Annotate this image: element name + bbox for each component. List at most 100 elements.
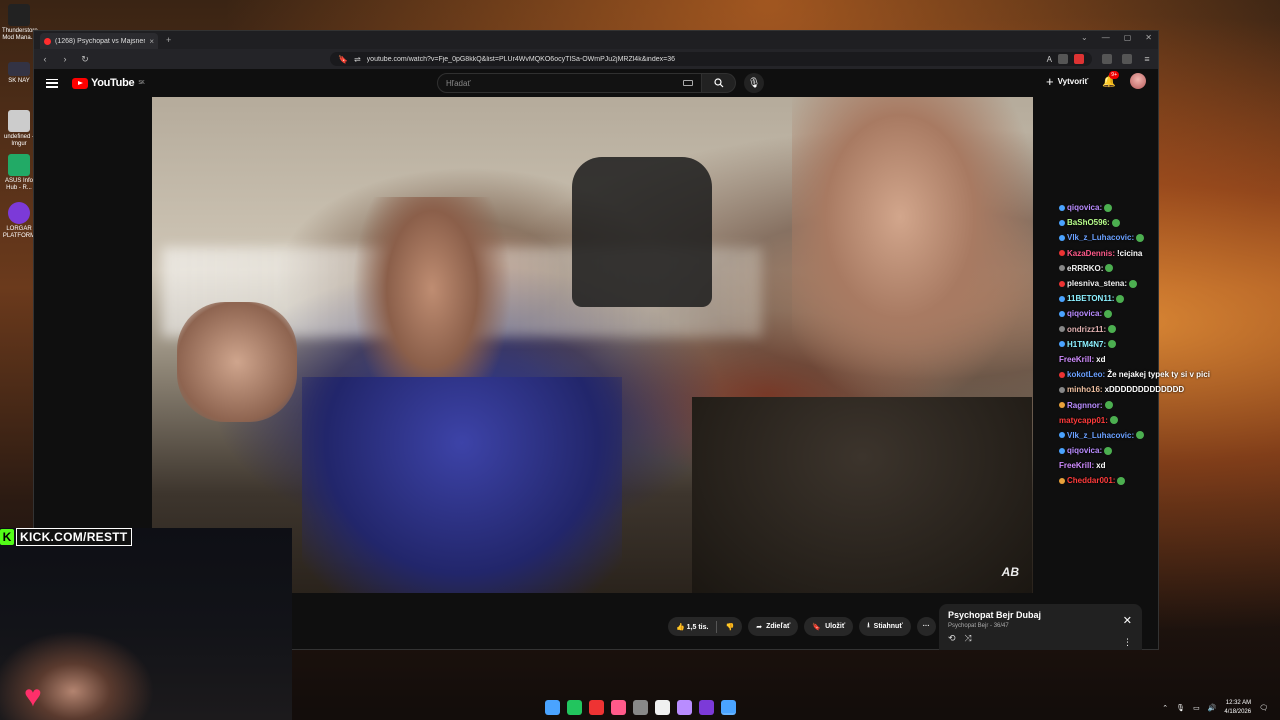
- chat-username: qiqovica:: [1067, 203, 1103, 213]
- chat-badge-icon: [1059, 234, 1065, 241]
- back-icon[interactable]: ‹: [40, 54, 50, 64]
- reload-icon[interactable]: ↻: [80, 54, 90, 65]
- chat-username: FreeKrill:: [1059, 461, 1095, 471]
- lorgar-icon: [8, 202, 30, 224]
- chat-username: Cheddar001:: [1067, 476, 1116, 486]
- loop-icon[interactable]: ⟲: [948, 633, 956, 644]
- extension-icon[interactable]: [1058, 54, 1068, 64]
- taskbar-app-icon[interactable]: [567, 700, 582, 715]
- driver-face: [792, 97, 1032, 397]
- driver-jacket: [692, 397, 1032, 593]
- chat-username: FreeKrill:: [1059, 354, 1095, 364]
- video-actions: 👍 1,5 tis. 👎 ➦ Zdieľať 🔖 Uložiť ⭳ Stiahn…: [668, 617, 936, 636]
- extensions-icon[interactable]: [1102, 54, 1112, 64]
- chat-username: Vlk_z_Luhacovic:: [1067, 430, 1135, 440]
- chat-message: 11BETON11:: [1059, 291, 1259, 306]
- forward-icon[interactable]: ›: [60, 54, 70, 64]
- clock[interactable]: 12:32 AM 4/18/2026: [1224, 699, 1251, 717]
- playlist-more-icon[interactable]: ⋮: [1123, 637, 1132, 648]
- shuffle-icon[interactable]: ⤨: [965, 633, 972, 644]
- taskbar-app-icon[interactable]: [699, 700, 714, 715]
- mic-tray-icon[interactable]: 🎙: [1176, 704, 1185, 712]
- playlist-panel[interactable]: Psychopat Bejr Dubaj Psychopat Bejr - 36…: [939, 604, 1142, 650]
- voice-search-button[interactable]: 🎙: [744, 73, 764, 93]
- taskbar-app-icon[interactable]: [721, 700, 736, 715]
- youtube-play-icon: [72, 77, 88, 89]
- media-icon[interactable]: [1122, 54, 1132, 64]
- translate-icon[interactable]: A: [1047, 55, 1052, 64]
- chat-badge-icon: [1059, 371, 1065, 378]
- youtube-logo-text: YouTube: [91, 77, 135, 89]
- chat-username: matycapp01:: [1059, 415, 1108, 425]
- chat-message: Vlk_z_Luhacovic:: [1059, 428, 1259, 443]
- youtube-header: YouTube SK Hľadať 🎙 + Vytvoriť 🔔 9+: [34, 69, 1158, 97]
- tray-overflow-icon[interactable]: ⌃: [1162, 704, 1168, 712]
- taskbar-app-icon[interactable]: [611, 700, 626, 715]
- desktop-icon-label: undefined - Imgur: [3, 134, 35, 147]
- stream-chat: qiqovica: BaShO596: Vlk_z_Luhacovic: KazaDe…: [1059, 200, 1259, 489]
- chat-emote-icon: [1108, 325, 1117, 334]
- kick-url: KICK.COM/RESTT: [16, 528, 132, 546]
- desktop-icon-lorgar[interactable]: LORGAR PLATFORM: [2, 202, 36, 240]
- close-window-icon[interactable]: ✕: [1145, 33, 1152, 42]
- video-player[interactable]: AB: [152, 97, 1033, 593]
- more-actions-button[interactable]: ···: [916, 617, 936, 636]
- maximize-icon[interactable]: ▢: [1124, 33, 1132, 42]
- notification-center-icon[interactable]: 🗨: [1259, 704, 1268, 712]
- chat-emote-icon: [1136, 431, 1145, 440]
- desktop-icon-thunderstore[interactable]: Thunderstore Mod Mana...: [2, 4, 38, 42]
- youtube-logo[interactable]: YouTube SK: [72, 77, 145, 89]
- playlist-title: Psychopat Bejr Dubaj: [948, 610, 1042, 620]
- search-input[interactable]: Hľadať: [437, 73, 702, 93]
- minimize-icon[interactable]: —: [1102, 33, 1110, 42]
- taskbar-app-icon[interactable]: [677, 700, 692, 715]
- tab-list-icon[interactable]: ⌄: [1081, 33, 1088, 42]
- chat-message: qiqovica:: [1059, 443, 1259, 458]
- search-icon: [713, 78, 723, 88]
- save-button[interactable]: 🔖 Uložiť: [804, 617, 854, 636]
- site-info-icon[interactable]: ⇌: [354, 55, 361, 64]
- dislike-icon[interactable]: 👎: [725, 623, 734, 631]
- chat-message: Vlk_z_Luhacovic:: [1059, 230, 1259, 245]
- desktop-icon-sknay[interactable]: SK NAY: [2, 62, 36, 85]
- chat-badge-icon: [1059, 326, 1065, 333]
- new-tab-icon[interactable]: +: [166, 35, 171, 45]
- system-tray: ⌃ 🎙 ▭ 🔊 12:32 AM 4/18/2026 🗨: [1162, 699, 1268, 717]
- avatar[interactable]: [1130, 73, 1146, 89]
- search-button[interactable]: [702, 73, 736, 93]
- close-icon[interactable]: ✕: [1123, 614, 1132, 627]
- chat-username: BaShO596:: [1067, 218, 1110, 228]
- share-button[interactable]: ➦ Zdieľať: [748, 617, 799, 636]
- like-button[interactable]: 👍 1,5 tis.: [676, 623, 708, 631]
- chat-badge-icon: [1059, 219, 1065, 226]
- heart-logo-icon: ♥: [24, 680, 42, 713]
- keyboard-icon[interactable]: [683, 80, 693, 86]
- tab-youtube[interactable]: (1268) Psychopat vs Majsner ×: [40, 33, 158, 49]
- url-field[interactable]: 🔖 ⇌ youtube.com/watch?v=Fje_0pG8kkQ&list…: [330, 52, 1092, 66]
- bookmark-icon[interactable]: 🔖: [338, 55, 348, 64]
- chat-message: qiqovica:: [1059, 306, 1259, 321]
- taskbar-app-icon[interactable]: [545, 700, 560, 715]
- chat-username: Vlk_z_Luhacovic:: [1067, 233, 1135, 243]
- create-button[interactable]: + Vytvoriť: [1046, 74, 1088, 89]
- plus-icon: +: [1046, 73, 1054, 89]
- menu-icon[interactable]: ≡: [1142, 54, 1152, 64]
- playlist-position: 36/47: [993, 623, 1009, 629]
- notifications-button[interactable]: 🔔 9+: [1102, 70, 1119, 88]
- volume-icon[interactable]: 🔊: [1208, 704, 1217, 712]
- window-controls: ⌄ — ▢ ✕: [1081, 33, 1152, 42]
- chat-badge-icon: [1059, 280, 1065, 287]
- desktop-icon-imgur[interactable]: undefined - Imgur: [2, 110, 36, 148]
- desktop-icon-asus[interactable]: ASUS Info Hub - R...: [2, 154, 36, 192]
- download-button[interactable]: ⭳ Stiahnuť: [859, 617, 911, 636]
- network-icon[interactable]: ▭: [1193, 704, 1200, 712]
- hamburger-menu-icon[interactable]: [46, 78, 58, 88]
- header-actions: + Vytvoriť 🔔 9+: [1046, 70, 1146, 89]
- chat-badge-icon: [1059, 310, 1065, 317]
- tab-close-icon[interactable]: ×: [149, 37, 154, 46]
- search-placeholder: Hľadať: [446, 78, 471, 88]
- taskbar-app-icon[interactable]: [589, 700, 604, 715]
- taskbar-app-icon[interactable]: [633, 700, 648, 715]
- taskbar-app-icon[interactable]: [655, 700, 670, 715]
- brave-shield-icon[interactable]: [1074, 54, 1084, 64]
